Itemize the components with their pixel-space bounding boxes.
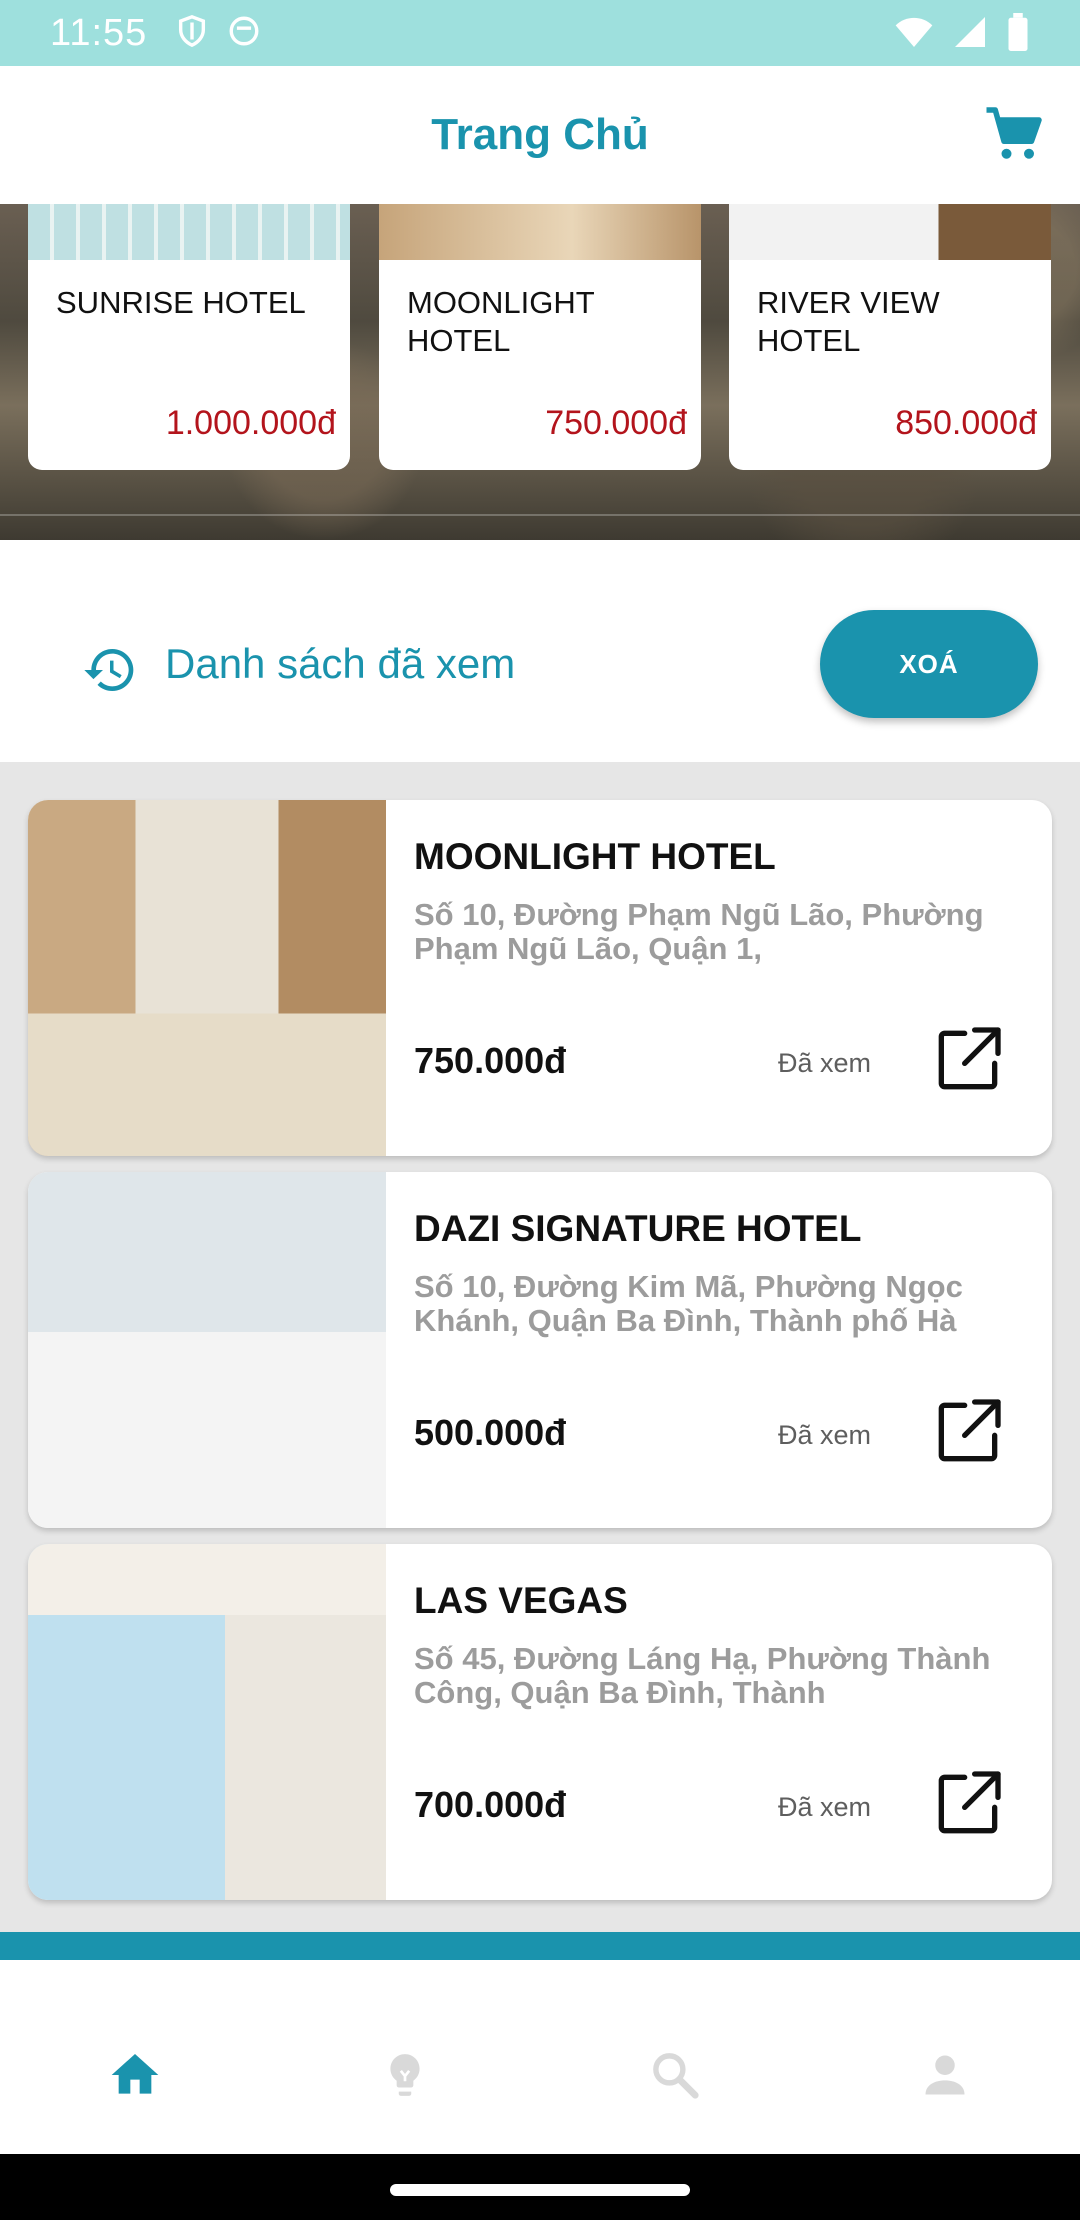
hotel-photo <box>28 1544 386 1900</box>
battery-icon <box>1006 13 1030 56</box>
status-icons-right <box>894 12 1030 57</box>
list-item[interactable]: DAZI SIGNATURE HOTEL Số 10, Đường Kim Mã… <box>28 1172 1052 1528</box>
featured-photo <box>729 204 1051 260</box>
featured-name: RIVER VIEW HOTEL <box>757 285 940 358</box>
lightbulb-icon <box>390 2054 420 2096</box>
nav-search[interactable] <box>540 1996 810 2154</box>
carousel-divider <box>0 514 1080 516</box>
history-title: Danh sách đã xem <box>165 640 516 687</box>
list-item[interactable]: MOONLIGHT HOTEL Số 10, Đường Phạm Ngũ Lã… <box>28 800 1052 1156</box>
hotel-address: Số 45, Đường Láng Hạ, Phường Thành Công,… <box>414 1642 991 1710</box>
hotel-price: 700.000đ <box>414 1784 567 1825</box>
open-link-button[interactable] <box>928 1020 1008 1100</box>
open-external-icon <box>938 1027 1001 1090</box>
page-title: Trang Chủ <box>431 110 649 159</box>
hotel-name: MOONLIGHT HOTEL <box>414 836 776 877</box>
status-time: 11:55 <box>50 11 148 54</box>
home-gesture-handle[interactable] <box>390 2184 690 2196</box>
featured-photo <box>28 204 350 260</box>
hotel-photo <box>28 800 386 1156</box>
cart-icon <box>986 107 1042 159</box>
home-icon <box>111 2054 159 2094</box>
hotel-photo <box>28 1172 386 1528</box>
viewed-status: Đã xem <box>778 1048 872 1078</box>
cart-button[interactable] <box>978 102 1050 168</box>
status-bar: 11:55 <box>0 0 1080 66</box>
person-icon <box>925 2055 965 2095</box>
hotel-price: 750.000đ <box>414 1040 567 1081</box>
featured-price: 850.000đ <box>895 404 1037 442</box>
nav-ideas[interactable] <box>270 1996 540 2154</box>
hotel-address: Số 10, Đường Kim Mã, Phường Ngọc Khánh, … <box>414 1270 963 1338</box>
featured-name: MOONLIGHT HOTEL <box>407 285 595 358</box>
app-bar: Trang Chủ <box>0 66 1080 204</box>
wifi-icon <box>894 12 934 57</box>
open-external-icon <box>938 1771 1001 1834</box>
open-link-button[interactable] <box>928 1764 1008 1844</box>
featured-card[interactable]: MOONLIGHT HOTEL 750.000đ <box>379 204 701 470</box>
nav-profile[interactable] <box>810 1996 1080 2154</box>
featured-price: 750.000đ <box>545 404 687 442</box>
viewed-status: Đã xem <box>778 1420 872 1450</box>
featured-name: SUNRISE HOTEL <box>56 285 306 320</box>
list-item[interactable]: LAS VEGAS Số 45, Đường Láng Hạ, Phường T… <box>28 1544 1052 1900</box>
open-external-icon <box>938 1399 1001 1462</box>
hotel-name: DAZI SIGNATURE HOTEL <box>414 1208 862 1249</box>
nav-home[interactable] <box>0 1996 270 2154</box>
shield-icon <box>175 14 209 53</box>
hotel-name: LAS VEGAS <box>414 1580 628 1621</box>
signal-icon <box>952 14 988 55</box>
open-link-button[interactable] <box>928 1392 1008 1472</box>
hotel-address: Số 10, Đường Phạm Ngũ Lão, Phường Phạm N… <box>414 898 984 966</box>
face-icon <box>227 14 261 53</box>
featured-carousel[interactable]: SUNRISE HOTEL 1.000.000đ MOONLIGHT HOTEL… <box>0 204 1080 540</box>
search-icon <box>653 2053 699 2099</box>
featured-card[interactable]: RIVER VIEW HOTEL 850.000đ <box>729 204 1051 470</box>
viewed-list[interactable]: MOONLIGHT HOTEL Số 10, Đường Phạm Ngũ Lã… <box>0 762 1080 1932</box>
history-header: Danh sách đã xem XOÁ <box>0 540 1080 762</box>
hotel-price: 500.000đ <box>414 1412 567 1453</box>
featured-price: 1.000.000đ <box>165 404 336 442</box>
bottom-nav <box>0 1996 1080 2154</box>
history-icon <box>82 642 138 698</box>
gesture-bar <box>0 2154 1080 2220</box>
status-icons-left <box>175 14 261 53</box>
viewed-status: Đã xem <box>778 1792 872 1822</box>
bottom-accent-bar <box>0 1932 1080 1960</box>
featured-card[interactable]: SUNRISE HOTEL 1.000.000đ <box>28 204 350 470</box>
clear-history-button[interactable]: XOÁ <box>820 610 1038 718</box>
featured-photo <box>379 204 701 260</box>
